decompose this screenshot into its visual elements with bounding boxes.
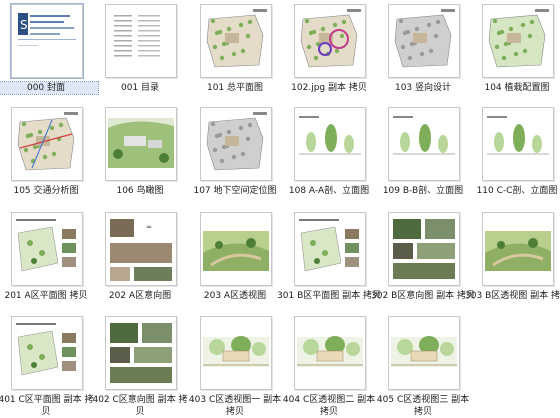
thumbnail-image[interactable] bbox=[388, 4, 460, 78]
thumbnail-image[interactable] bbox=[11, 316, 83, 390]
thumbnail-label: 405 C区透视图三 副本 拷贝 bbox=[376, 395, 470, 417]
thumbnail-image[interactable] bbox=[105, 4, 177, 78]
thumbnail-image[interactable] bbox=[200, 4, 272, 78]
thumbnail-image[interactable] bbox=[294, 212, 366, 286]
thumbnail-image[interactable] bbox=[200, 107, 272, 181]
thumbnail-label: 001 目录 bbox=[120, 83, 160, 93]
thumbnail-image[interactable] bbox=[105, 316, 177, 390]
thumbnail-image[interactable] bbox=[294, 316, 366, 390]
thumbnail-label: 108 A-A剖、立面图 bbox=[288, 186, 370, 196]
thumbnail-image[interactable] bbox=[388, 107, 460, 181]
thumbnail-label: 303 B区透视图 副本 拷贝 bbox=[465, 291, 560, 301]
thumbnail-image[interactable] bbox=[388, 316, 460, 390]
thumbnail-image[interactable]: ≈ bbox=[105, 212, 177, 286]
thumbnail-image[interactable] bbox=[482, 107, 554, 181]
thumbnail-label: 402 C区意向图 副本 拷贝 bbox=[92, 395, 188, 417]
thumbnail-image[interactable] bbox=[294, 107, 366, 181]
thumbnail-label: 102.jpg 副本 拷贝 bbox=[291, 83, 367, 93]
svg-text:≈: ≈ bbox=[146, 223, 152, 231]
thumbnail-label: 201 A区平面图 拷贝 bbox=[4, 291, 88, 301]
thumbnail-label: 107 地下空间定位图 bbox=[193, 186, 277, 196]
thumbnail-image[interactable] bbox=[11, 107, 83, 181]
thumbnail-label: 000 封面 bbox=[0, 81, 99, 95]
thumbnail-image[interactable] bbox=[294, 4, 366, 78]
thumbnail-image[interactable] bbox=[482, 212, 554, 286]
thumbnail-label: 101 总平面图 bbox=[206, 83, 264, 93]
thumbnail-grid: S 000 封面 001 目录 101 总平面图 102.jpg 副本 拷贝 10… bbox=[0, 0, 560, 418]
thumbnail-label: 109 B-B剖、立面图 bbox=[382, 186, 464, 196]
thumbnail-image[interactable] bbox=[388, 212, 460, 286]
thumbnail-label: 110 C-C剖、立面图 bbox=[476, 186, 558, 196]
svg-text:S: S bbox=[20, 18, 28, 32]
thumbnail-label: 202 A区意向图 bbox=[108, 291, 172, 301]
thumbnail-label: 103 竖向设计 bbox=[394, 83, 452, 93]
thumbnail-label: 104 植栽配置图 bbox=[484, 83, 550, 93]
thumbnail-image[interactable] bbox=[11, 212, 83, 286]
thumbnail-image[interactable] bbox=[200, 316, 272, 390]
thumbnail-label: 106 鸟瞰图 bbox=[116, 186, 164, 196]
thumbnail-label: 302 B区意向图 副本 拷贝 bbox=[371, 291, 475, 301]
thumbnail-label: 203 A区透视图 bbox=[203, 291, 267, 301]
thumbnail-image[interactable] bbox=[200, 212, 272, 286]
thumbnail-label: 403 C区透视图一 副本 拷贝 bbox=[188, 395, 282, 417]
thumbnail-image[interactable]: S bbox=[10, 3, 84, 79]
thumbnail-image[interactable] bbox=[482, 4, 554, 78]
thumbnail-label: 105 交通分析图 bbox=[13, 186, 79, 196]
thumbnail-image[interactable] bbox=[105, 107, 177, 181]
thumbnail-label: 401 C区平面图 副本 拷贝 bbox=[0, 395, 94, 417]
thumbnail-label: 301 B区平面图 副本 拷贝 bbox=[277, 291, 381, 301]
thumbnail-label: 404 C区透视图二 副本 拷贝 bbox=[282, 395, 376, 417]
